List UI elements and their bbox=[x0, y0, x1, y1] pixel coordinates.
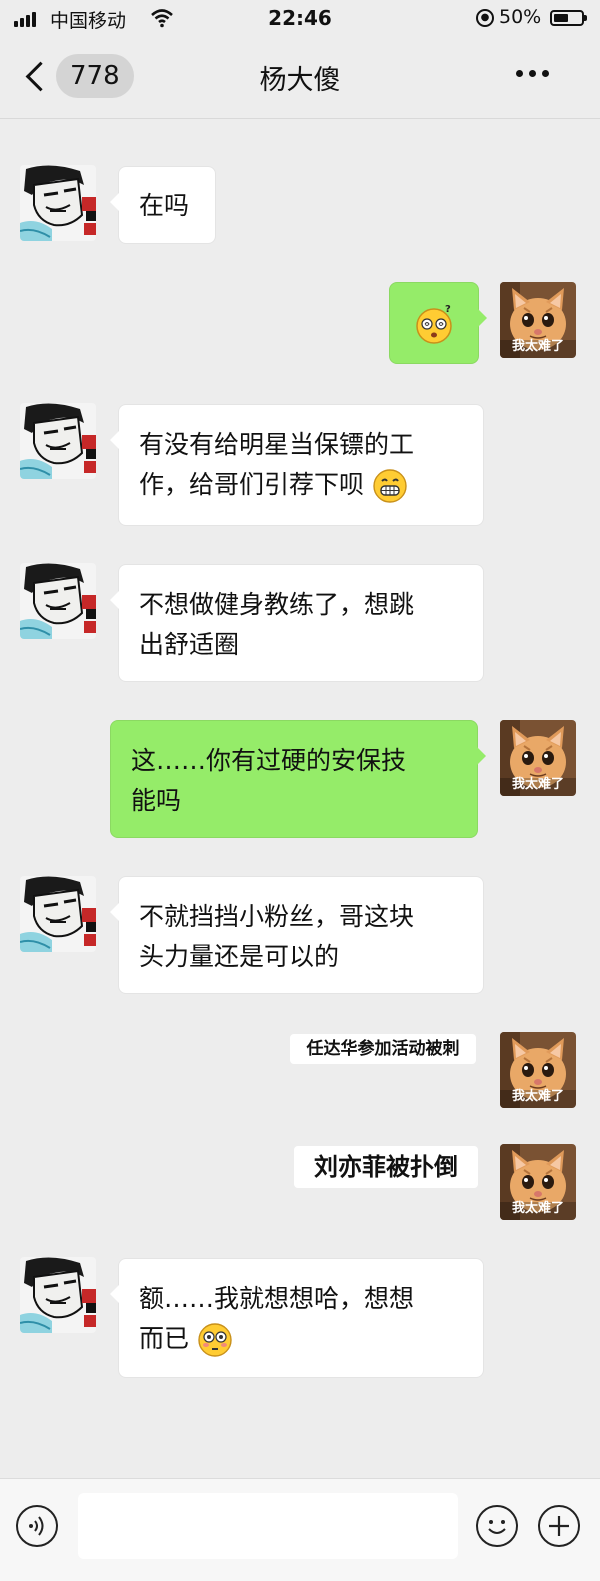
input-bar bbox=[0, 1478, 600, 1581]
message-bubble[interactable]: 不就挡挡小粉丝，哥这块 头力量还是可以的 bbox=[110, 876, 484, 994]
battery-icon bbox=[550, 10, 587, 26]
dizzy-face-emoji: ? bbox=[416, 304, 452, 344]
more-options-icon[interactable] bbox=[516, 70, 549, 77]
self-avatar[interactable]: 我太难了 bbox=[500, 1032, 576, 1108]
emoji-button[interactable] bbox=[476, 1505, 518, 1547]
contact-avatar[interactable] bbox=[20, 165, 96, 241]
more-functions-button[interactable] bbox=[538, 1505, 580, 1547]
avatar-caption: 我太难了 bbox=[511, 1089, 564, 1104]
chat-title: 杨大傻 bbox=[259, 65, 341, 96]
sticker-message[interactable]: 任达华参加活动被刺 bbox=[290, 1034, 476, 1064]
battery-percentage: 50% bbox=[499, 6, 542, 28]
message-text-line: 不就挡挡小粉丝，哥这块 bbox=[139, 902, 415, 931]
contact-avatar[interactable] bbox=[20, 563, 96, 639]
message-bubble[interactable]: 有没有给明星当保镖的工 作，给哥们引荐下呗 bbox=[110, 404, 484, 526]
self-avatar[interactable]: 我太难了 bbox=[500, 1144, 576, 1220]
self-avatar[interactable]: 我太难了 bbox=[500, 720, 576, 796]
message-text-line: 这……你有过硬的安保技 bbox=[131, 746, 407, 775]
message-input[interactable] bbox=[78, 1493, 458, 1559]
status-bar: 中国移动 22:46 ● 50% bbox=[0, 0, 600, 40]
message-text-line: 作，给哥们引荐下呗 bbox=[139, 470, 365, 499]
grinning-face-emoji bbox=[373, 469, 407, 503]
contact-avatar[interactable] bbox=[20, 403, 96, 479]
voice-input-button[interactable] bbox=[16, 1505, 58, 1547]
message-bubble[interactable]: 不想做健身教练了，想跳 出舒适圈 bbox=[110, 564, 484, 682]
message-bubble[interactable]: 额……我就想想哈，想想 而已 bbox=[110, 1258, 484, 1378]
svg-text:?: ? bbox=[445, 304, 451, 315]
message-text-line: 能吗 bbox=[131, 786, 182, 815]
chat-header: 778 杨大傻 bbox=[0, 40, 600, 119]
message-bubble[interactable]: 在吗 bbox=[110, 166, 216, 244]
contact-avatar[interactable] bbox=[20, 1257, 96, 1333]
message-text-line: 而已 bbox=[139, 1324, 190, 1353]
message-text-line: 不想做健身教练了，想跳 bbox=[139, 590, 415, 619]
contact-avatar[interactable] bbox=[20, 876, 96, 952]
message-text: 在吗 bbox=[139, 191, 190, 220]
self-avatar[interactable]: 我太难了 bbox=[500, 282, 576, 358]
avatar-caption: 我太难了 bbox=[511, 1201, 564, 1216]
flushed-face-emoji bbox=[198, 1323, 232, 1357]
message-text-line: 有没有给明星当保镖的工 bbox=[139, 430, 415, 459]
message-text-line: 出舒适圈 bbox=[139, 630, 240, 659]
sticker-message[interactable]: 刘亦菲被扑倒 bbox=[294, 1146, 478, 1188]
plus-icon bbox=[549, 1516, 569, 1536]
message-bubble[interactable]: ? bbox=[389, 282, 487, 364]
voice-icon bbox=[29, 1516, 44, 1536]
smiley-icon bbox=[488, 1520, 506, 1534]
message-text-line: 额……我就想想哈，想想 bbox=[139, 1284, 415, 1313]
avatar-caption: 我太难了 bbox=[511, 777, 564, 792]
message-text-line: 头力量还是可以的 bbox=[139, 942, 340, 971]
avatar-caption: 我太难了 bbox=[511, 339, 564, 354]
rotation-lock-icon: ● bbox=[476, 9, 494, 27]
message-bubble[interactable]: 这……你有过硬的安保技 能吗 bbox=[110, 720, 486, 838]
